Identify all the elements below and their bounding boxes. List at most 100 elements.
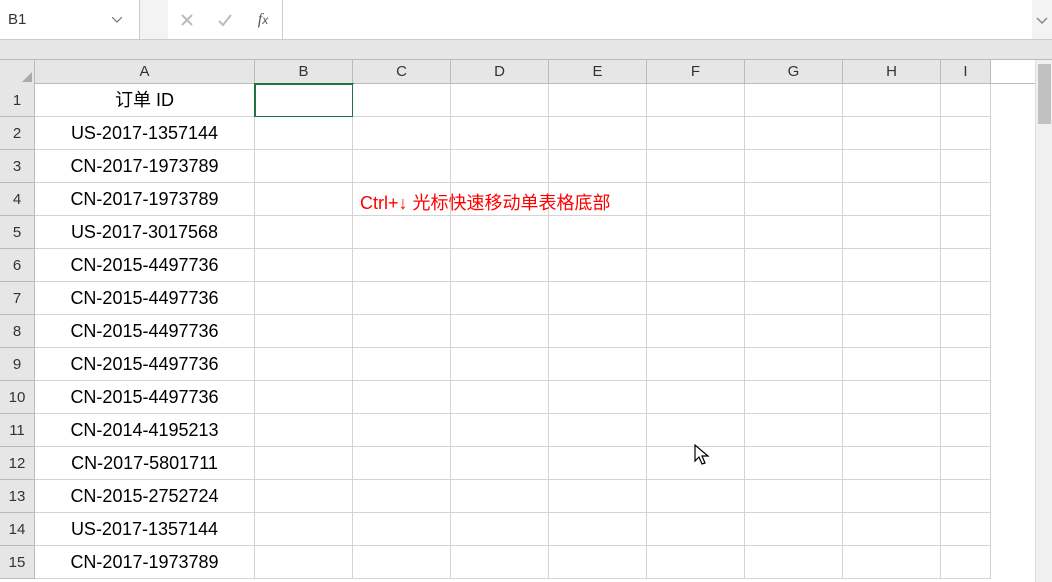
cell-B1[interactable]	[255, 84, 353, 117]
cell-I12[interactable]	[941, 447, 991, 480]
cell-A2[interactable]: US-2017-1357144	[35, 117, 255, 150]
scrollbar-thumb[interactable]	[1038, 64, 1051, 124]
row-header[interactable]: 5	[0, 216, 35, 249]
cell-H11[interactable]	[843, 414, 941, 447]
cell-F2[interactable]	[647, 117, 745, 150]
row-header[interactable]: 15	[0, 546, 35, 579]
cell-B15[interactable]	[255, 546, 353, 579]
cell-G7[interactable]	[745, 282, 843, 315]
cell-C12[interactable]	[353, 447, 451, 480]
cell-C1[interactable]	[353, 84, 451, 117]
row-header[interactable]: 10	[0, 381, 35, 414]
cell-E14[interactable]	[549, 513, 647, 546]
select-all-button[interactable]	[0, 60, 35, 84]
formula-input[interactable]	[293, 11, 1032, 28]
cell-D7[interactable]	[451, 282, 549, 315]
cell-C14[interactable]	[353, 513, 451, 546]
cell-A9[interactable]: CN-2015-4497736	[35, 348, 255, 381]
cell-E6[interactable]	[549, 249, 647, 282]
cell-I10[interactable]	[941, 381, 991, 414]
cell-I7[interactable]	[941, 282, 991, 315]
cancel-icon[interactable]	[168, 0, 206, 39]
cell-F12[interactable]	[647, 447, 745, 480]
col-header-C[interactable]: C	[353, 60, 451, 83]
cell-B14[interactable]	[255, 513, 353, 546]
cell-I11[interactable]	[941, 414, 991, 447]
row-header[interactable]: 1	[0, 84, 35, 117]
cell-F10[interactable]	[647, 381, 745, 414]
expand-formula-bar-icon[interactable]	[1032, 15, 1052, 25]
cell-C11[interactable]	[353, 414, 451, 447]
cell-F6[interactable]	[647, 249, 745, 282]
row-header[interactable]: 9	[0, 348, 35, 381]
cell-H10[interactable]	[843, 381, 941, 414]
col-header-G[interactable]: G	[745, 60, 843, 83]
cell-H7[interactable]	[843, 282, 941, 315]
cell-F9[interactable]	[647, 348, 745, 381]
row-header[interactable]: 3	[0, 150, 35, 183]
cell-A10[interactable]: CN-2015-4497736	[35, 381, 255, 414]
fx-icon[interactable]: fx	[244, 0, 282, 39]
cell-G14[interactable]	[745, 513, 843, 546]
cell-A6[interactable]: CN-2015-4497736	[35, 249, 255, 282]
cell-B4[interactable]	[255, 183, 353, 216]
cell-H4[interactable]	[843, 183, 941, 216]
row-header[interactable]: 14	[0, 513, 35, 546]
cell-E13[interactable]	[549, 480, 647, 513]
cell-G3[interactable]	[745, 150, 843, 183]
cell-G4[interactable]	[745, 183, 843, 216]
cell-B6[interactable]	[255, 249, 353, 282]
cell-C4[interactable]	[353, 183, 451, 216]
name-box[interactable]	[8, 11, 108, 28]
cell-A4[interactable]: CN-2017-1973789	[35, 183, 255, 216]
cell-G1[interactable]	[745, 84, 843, 117]
cell-B3[interactable]	[255, 150, 353, 183]
row-header[interactable]: 6	[0, 249, 35, 282]
cell-C7[interactable]	[353, 282, 451, 315]
cell-B8[interactable]	[255, 315, 353, 348]
cell-F8[interactable]	[647, 315, 745, 348]
cell-H2[interactable]	[843, 117, 941, 150]
row-header[interactable]: 13	[0, 480, 35, 513]
cell-C6[interactable]	[353, 249, 451, 282]
col-header-F[interactable]: F	[647, 60, 745, 83]
cell-H5[interactable]	[843, 216, 941, 249]
cell-E8[interactable]	[549, 315, 647, 348]
cell-I9[interactable]	[941, 348, 991, 381]
row-header[interactable]: 4	[0, 183, 35, 216]
cell-E5[interactable]	[549, 216, 647, 249]
cell-E10[interactable]	[549, 381, 647, 414]
col-header-I[interactable]: I	[941, 60, 991, 83]
cell-A7[interactable]: CN-2015-4497736	[35, 282, 255, 315]
cell-C5[interactable]	[353, 216, 451, 249]
cell-E3[interactable]	[549, 150, 647, 183]
row-header[interactable]: 11	[0, 414, 35, 447]
vertical-scrollbar[interactable]	[1035, 60, 1052, 582]
cell-B5[interactable]	[255, 216, 353, 249]
cell-G15[interactable]	[745, 546, 843, 579]
cell-H12[interactable]	[843, 447, 941, 480]
cell-A13[interactable]: CN-2015-2752724	[35, 480, 255, 513]
cell-D1[interactable]	[451, 84, 549, 117]
cell-H9[interactable]	[843, 348, 941, 381]
cell-A12[interactable]: CN-2017-5801711	[35, 447, 255, 480]
cell-H8[interactable]	[843, 315, 941, 348]
cell-F4[interactable]	[647, 183, 745, 216]
cell-A8[interactable]: CN-2015-4497736	[35, 315, 255, 348]
cell-C8[interactable]	[353, 315, 451, 348]
cell-D15[interactable]	[451, 546, 549, 579]
cell-C13[interactable]	[353, 480, 451, 513]
cell-I1[interactable]	[941, 84, 991, 117]
cell-F7[interactable]	[647, 282, 745, 315]
cell-E12[interactable]	[549, 447, 647, 480]
cell-A14[interactable]: US-2017-1357144	[35, 513, 255, 546]
cell-E11[interactable]	[549, 414, 647, 447]
cell-D9[interactable]	[451, 348, 549, 381]
cell-F14[interactable]	[647, 513, 745, 546]
cell-B13[interactable]	[255, 480, 353, 513]
cell-D14[interactable]	[451, 513, 549, 546]
cell-G11[interactable]	[745, 414, 843, 447]
cell-B2[interactable]	[255, 117, 353, 150]
cell-C9[interactable]	[353, 348, 451, 381]
cell-G8[interactable]	[745, 315, 843, 348]
